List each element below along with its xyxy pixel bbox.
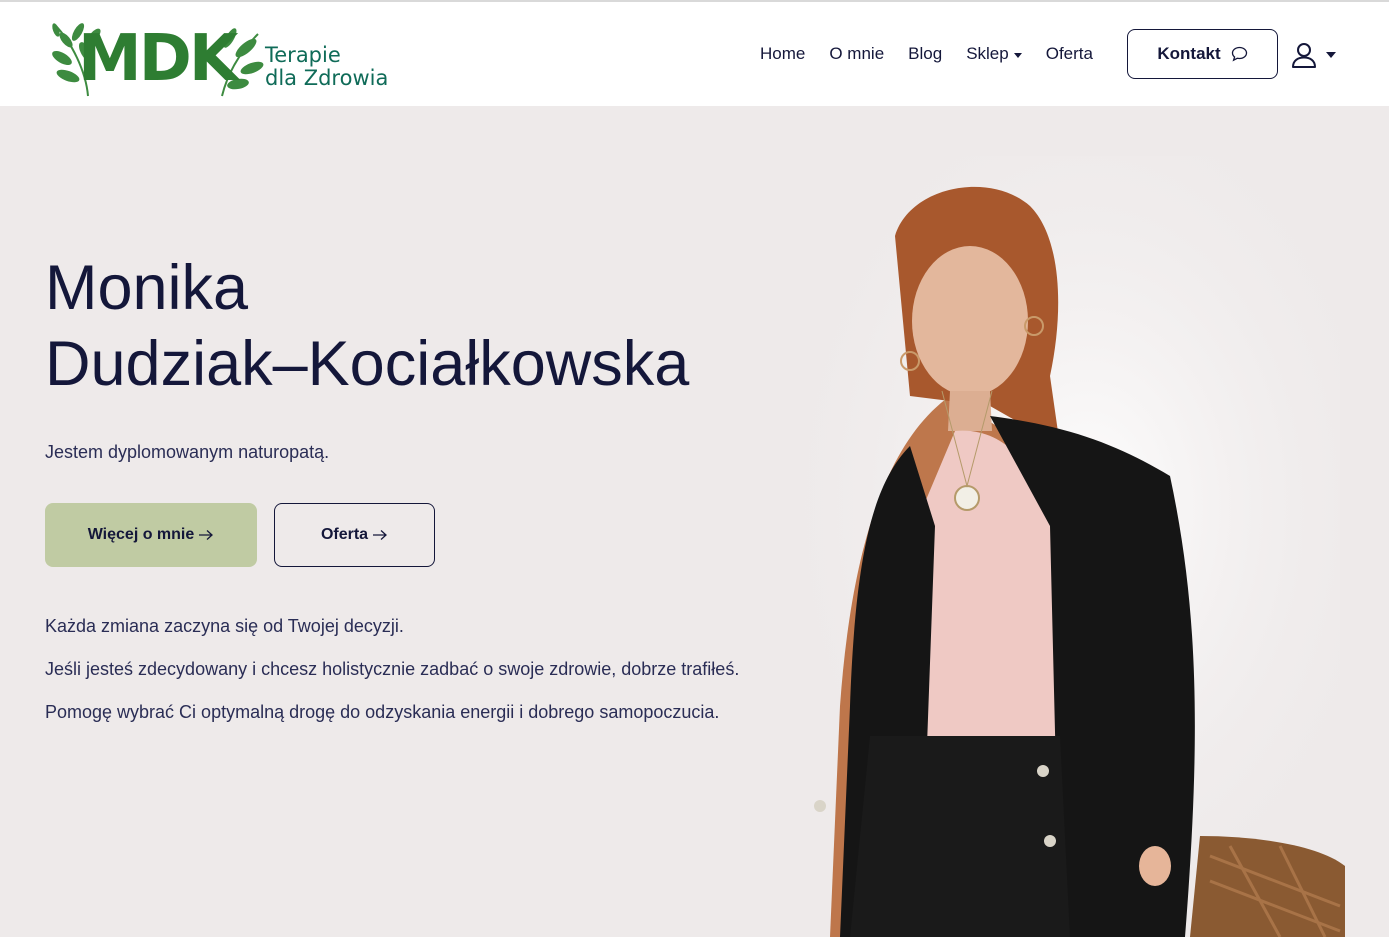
site-logo[interactable]: MDK Terapie dla Zdrowia: [42, 12, 412, 100]
more-about-me-label: Więcej o mnie: [87, 526, 195, 543]
hero-title: Monika Dudziak–Kociałkowska: [45, 250, 689, 402]
main-nav: Home O mnie Blog Sklep Oferta: [760, 42, 1117, 66]
site-header: MDK Terapie dla Zdrowia Home O mnie Blog…: [0, 2, 1389, 106]
hero-title-line2: Dudziak–Kociałkowska: [45, 329, 690, 399]
chat-bubble-icon: [1231, 46, 1247, 62]
caret-down-icon: [1013, 52, 1022, 58]
nav-home-label: Home: [760, 44, 806, 63]
nav-blog-label: Blog: [908, 44, 943, 63]
hero-paragraph-2: Jeśli jesteś zdecydowany i chcesz holist…: [45, 659, 740, 679]
user-menu[interactable]: [1290, 38, 1346, 72]
logo-text: MDK: [78, 22, 238, 96]
nav-about-label: O mnie: [829, 44, 885, 63]
hero-section: Monika Dudziak–Kociałkowska Jestem dyplo…: [0, 106, 1389, 937]
contact-button-label: Kontakt: [1157, 44, 1221, 63]
arrow-right-icon: [373, 530, 388, 540]
logo-tagline-line1: Terapie: [265, 43, 341, 67]
arrow-right-icon: [199, 530, 214, 540]
logo-tagline-line2: dla Zdrowia: [265, 66, 389, 90]
hero-paragraph-1: Każda zmiana zaczyna się od Twojej decyz…: [45, 616, 404, 636]
offer-button[interactable]: Oferta: [274, 503, 435, 567]
more-about-me-button[interactable]: Więcej o mnie: [45, 503, 257, 567]
hero-title-line1: Monika: [45, 253, 249, 323]
nav-shop-label: Sklep: [966, 44, 1009, 63]
portrait-photo: [780, 156, 1345, 937]
nav-blog[interactable]: Blog: [908, 44, 942, 64]
hero-paragraph-3: Pomogę wybrać Ci optymalną drogę do odzy…: [45, 702, 720, 722]
offer-button-label: Oferta: [320, 526, 369, 543]
caret-down-icon: [1326, 52, 1336, 58]
nav-offer[interactable]: Oferta: [1046, 44, 1093, 64]
user-icon: [1292, 43, 1316, 68]
contact-button[interactable]: Kontakt: [1127, 29, 1278, 79]
nav-about[interactable]: O mnie: [829, 44, 884, 64]
hero-subtitle: Jestem dyplomowanym naturopatą.: [45, 442, 330, 462]
nav-offer-label: Oferta: [1045, 44, 1093, 63]
nav-shop-dropdown[interactable]: Sklep: [966, 44, 1022, 64]
nav-home[interactable]: Home: [760, 44, 805, 64]
